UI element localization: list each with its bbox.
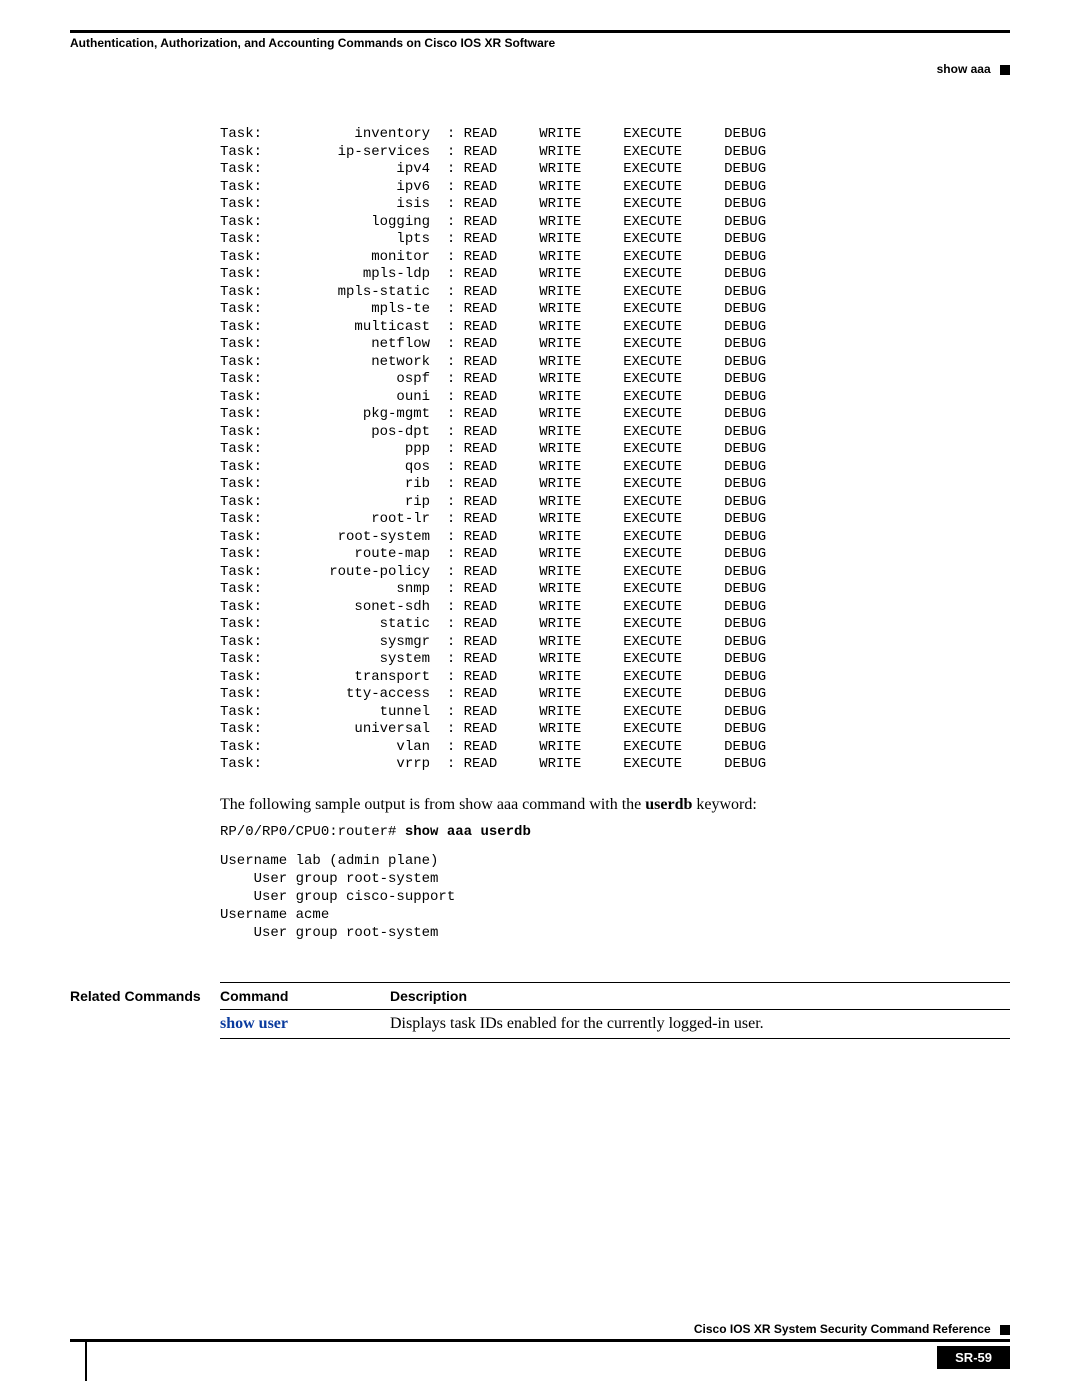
footer-doc-title: Cisco IOS XR System Security Command Ref… (70, 1322, 1010, 1342)
related-command-desc: Displays task IDs enabled for the curren… (390, 1010, 1010, 1039)
related-header-command: Command (220, 983, 390, 1010)
related-command-link[interactable]: show user (220, 1010, 390, 1039)
related-header-description: Description (390, 983, 1010, 1010)
intro-bold: userdb (645, 796, 692, 813)
intro-paragraph: The following sample output is from show… (220, 796, 1010, 814)
task-table: Task: inventory : READ WRITE EXECUTE DEB… (220, 126, 1010, 774)
section-title: show aaa (70, 62, 1010, 76)
footer-title-text: Cisco IOS XR System Security Command Ref… (694, 1322, 991, 1336)
related-commands-label: Related Commands (70, 982, 220, 1039)
command: show aaa userdb (405, 824, 531, 840)
command-line: RP/0/RP0/CPU0:router# show aaa userdb (220, 824, 1010, 840)
page-number: SR-59 (937, 1346, 1010, 1369)
footer-left-rule (85, 1340, 87, 1381)
footer-square-icon (1000, 1325, 1010, 1335)
command-output: Username lab (admin plane) User group ro… (220, 852, 1010, 943)
intro-post: keyword: (692, 796, 756, 813)
section-title-text: show aaa (937, 62, 991, 76)
prompt: RP/0/RP0/CPU0:router# (220, 824, 405, 840)
related-commands-table: Command Description show user Displays t… (220, 982, 1010, 1039)
table-row: show user Displays task IDs enabled for … (220, 1010, 1010, 1039)
chapter-title: Authentication, Authorization, and Accou… (70, 30, 1010, 50)
header-square-icon (1000, 65, 1010, 75)
intro-pre: The following sample output is from show… (220, 796, 645, 813)
